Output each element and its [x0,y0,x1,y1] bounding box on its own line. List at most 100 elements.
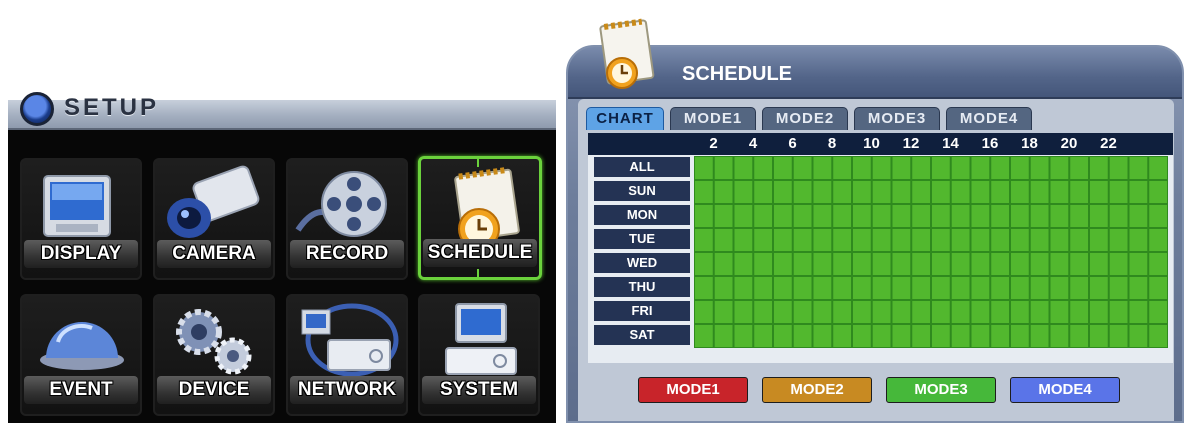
schedule-cell[interactable] [932,229,950,251]
schedule-cell[interactable] [912,157,930,179]
schedule-cell[interactable] [774,157,792,179]
schedule-cell[interactable] [853,301,871,323]
schedule-cell[interactable] [1090,325,1108,347]
schedule-cell[interactable] [1030,229,1049,251]
schedule-cell[interactable] [932,205,950,227]
tile-record[interactable]: RECORD [286,158,408,280]
schedule-cell[interactable] [1129,277,1148,299]
schedule-cell[interactable] [971,253,990,275]
schedule-cell[interactable] [1050,301,1069,323]
schedule-cell[interactable] [1109,277,1128,299]
schedule-cell[interactable] [971,229,990,251]
schedule-grid[interactable] [694,156,1168,348]
schedule-cell[interactable] [872,157,891,179]
schedule-cell[interactable] [1109,157,1128,179]
schedule-cell[interactable] [754,229,772,251]
schedule-cell[interactable] [872,277,891,299]
schedule-cell[interactable] [754,253,772,275]
schedule-cell[interactable] [912,325,930,347]
schedule-cell[interactable] [932,157,950,179]
schedule-cell[interactable] [1050,277,1069,299]
schedule-cell[interactable] [912,301,930,323]
schedule-cell[interactable] [1090,181,1108,203]
tile-event[interactable]: EVENT [20,294,142,416]
schedule-cell[interactable] [971,277,990,299]
tile-device[interactable]: DEVICE [153,294,275,416]
schedule-cell[interactable] [1050,181,1069,203]
tab-mode1[interactable]: MODE1 [670,107,756,130]
schedule-cell[interactable] [714,181,733,203]
schedule-cell[interactable] [1070,301,1088,323]
schedule-cell[interactable] [892,325,911,347]
schedule-cell[interactable] [1129,157,1148,179]
schedule-cell[interactable] [1050,205,1069,227]
schedule-cell[interactable] [1149,301,1167,323]
schedule-cell[interactable] [1149,253,1167,275]
schedule-cell[interactable] [734,301,753,323]
schedule-cell[interactable] [734,205,753,227]
schedule-cell[interactable] [793,181,812,203]
schedule-cell[interactable] [853,229,871,251]
schedule-cell[interactable] [833,229,851,251]
schedule-cell[interactable] [1070,277,1088,299]
schedule-cell[interactable] [1109,205,1128,227]
schedule-cell[interactable] [695,229,713,251]
schedule-cell[interactable] [951,253,970,275]
schedule-cell[interactable] [892,277,911,299]
schedule-cell[interactable] [872,205,891,227]
schedule-cell[interactable] [951,181,970,203]
schedule-cell[interactable] [1149,277,1167,299]
schedule-cell[interactable] [853,181,871,203]
day-label-tue[interactable]: TUE [594,229,690,249]
schedule-cell[interactable] [774,229,792,251]
schedule-cell[interactable] [872,253,891,275]
schedule-cell[interactable] [754,157,772,179]
schedule-cell[interactable] [1109,253,1128,275]
schedule-cell[interactable] [1090,253,1108,275]
schedule-cell[interactable] [1011,205,1029,227]
schedule-cell[interactable] [1011,157,1029,179]
schedule-cell[interactable] [1011,229,1029,251]
schedule-cell[interactable] [734,157,753,179]
schedule-cell[interactable] [714,157,733,179]
schedule-cell[interactable] [872,229,891,251]
schedule-cell[interactable] [714,301,733,323]
schedule-cell[interactable] [1129,253,1148,275]
schedule-cell[interactable] [951,157,970,179]
schedule-cell[interactable] [971,325,990,347]
schedule-cell[interactable] [853,277,871,299]
schedule-cell[interactable] [1149,205,1167,227]
schedule-cell[interactable] [872,301,891,323]
schedule-cell[interactable] [853,253,871,275]
schedule-cell[interactable] [1050,325,1069,347]
schedule-cell[interactable] [951,325,970,347]
schedule-cell[interactable] [1011,277,1029,299]
tab-mode3[interactable]: MODE3 [854,107,940,130]
schedule-cell[interactable] [1030,181,1049,203]
schedule-cell[interactable] [1149,229,1167,251]
schedule-cell[interactable] [853,205,871,227]
schedule-cell[interactable] [1011,325,1029,347]
schedule-cell[interactable] [1149,157,1167,179]
tab-mode4[interactable]: MODE4 [946,107,1032,130]
schedule-cell[interactable] [1129,205,1148,227]
schedule-cell[interactable] [991,325,1009,347]
schedule-cell[interactable] [695,277,713,299]
schedule-cell[interactable] [912,253,930,275]
schedule-cell[interactable] [774,301,792,323]
schedule-cell[interactable] [1090,205,1108,227]
schedule-cell[interactable] [813,205,832,227]
schedule-cell[interactable] [793,277,812,299]
schedule-cell[interactable] [892,229,911,251]
schedule-cell[interactable] [793,157,812,179]
schedule-cell[interactable] [1090,277,1108,299]
schedule-cell[interactable] [695,205,713,227]
schedule-cell[interactable] [754,325,772,347]
schedule-cell[interactable] [1030,277,1049,299]
schedule-cell[interactable] [1030,253,1049,275]
schedule-cell[interactable] [714,229,733,251]
schedule-cell[interactable] [892,157,911,179]
schedule-cell[interactable] [734,181,753,203]
schedule-cell[interactable] [1090,229,1108,251]
schedule-cell[interactable] [813,181,832,203]
